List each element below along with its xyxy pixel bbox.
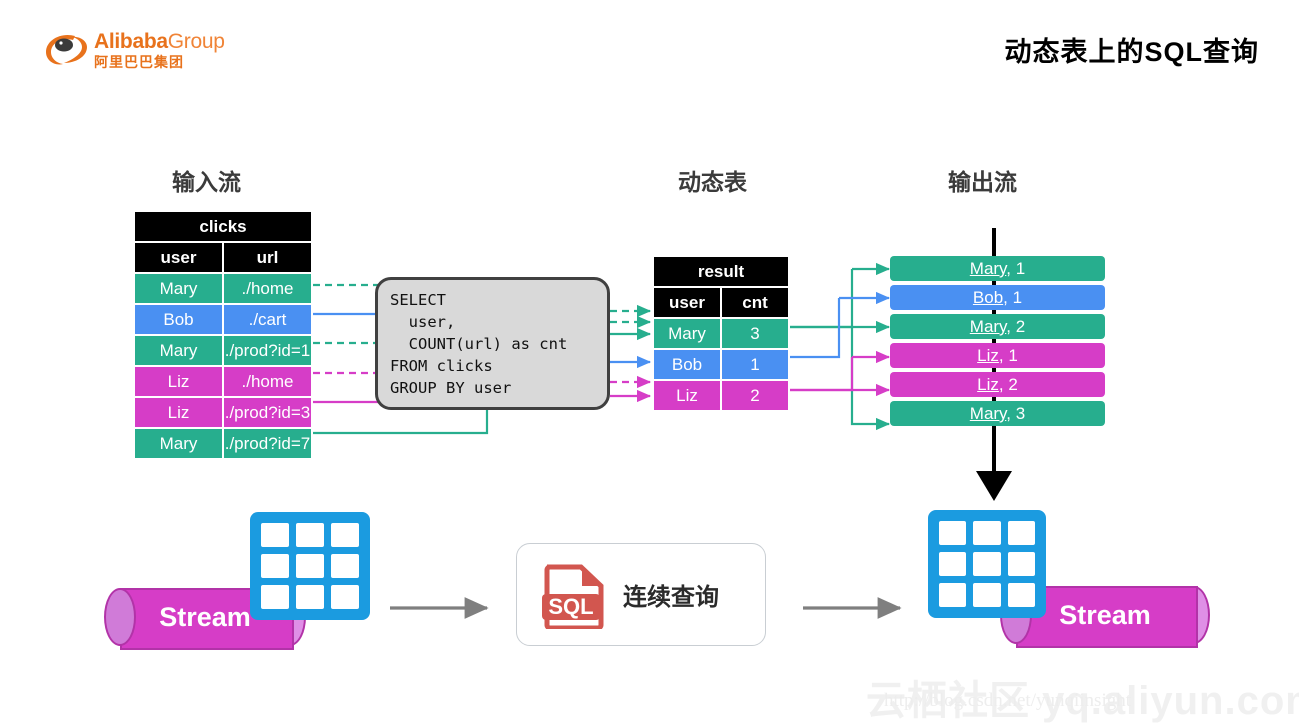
output-row-name: Mary bbox=[969, 317, 1007, 336]
clicks-cell-user: Mary bbox=[133, 334, 224, 367]
output-row: Bob, 1 bbox=[890, 285, 1105, 310]
output-stream-rows: Mary, 1 Bob, 1 Mary, 2 Liz, 1 Liz, 2 Mar… bbox=[890, 256, 1105, 430]
sql-file-icon: SQL bbox=[542, 564, 604, 629]
output-row-value: 1 bbox=[1008, 346, 1018, 365]
result-table-title: result bbox=[652, 255, 790, 288]
table-header-row: user url bbox=[133, 241, 313, 274]
clicks-cell-user: Bob bbox=[133, 303, 224, 336]
table-row: Liz 2 bbox=[652, 379, 790, 412]
output-row-value: 2 bbox=[1015, 317, 1026, 336]
clicks-cell-url: ./home bbox=[222, 272, 313, 305]
grid-cells bbox=[261, 523, 359, 609]
clicks-cell-url: ./prod?id=3 bbox=[222, 396, 313, 429]
output-row-sep: , bbox=[998, 346, 1009, 365]
result-cell-cnt: 3 bbox=[720, 317, 790, 350]
output-row-value: 1 bbox=[1015, 259, 1026, 278]
output-row-sep: , bbox=[1006, 317, 1016, 336]
sql-file-badge-text: SQL bbox=[548, 594, 593, 619]
output-row-value: 2 bbox=[1008, 375, 1018, 394]
output-row-name: Mary bbox=[969, 259, 1007, 278]
output-row-value: 1 bbox=[1012, 288, 1023, 307]
continuous-query-label: 连续查询 bbox=[623, 584, 719, 611]
clicks-cell-url: ./prod?id=7 bbox=[222, 427, 313, 460]
clicks-cell-user: Mary bbox=[133, 272, 224, 305]
output-row: Liz, 2 bbox=[890, 372, 1105, 397]
output-row: Mary, 2 bbox=[890, 314, 1105, 339]
slide-canvas: AlibabaGroup 阿里巴巴集团 动态表上的SQL查询 输入流 动态表 输… bbox=[0, 0, 1299, 724]
table-header-row: user cnt bbox=[652, 286, 790, 319]
result-cell-user: Mary bbox=[652, 317, 722, 350]
output-row: Mary, 3 bbox=[890, 401, 1105, 426]
table-row: Bob ./cart bbox=[133, 303, 313, 336]
result-column-user: user bbox=[652, 286, 722, 319]
output-row-sep: , bbox=[1006, 404, 1016, 423]
logo-text-en: AlibabaGroup bbox=[94, 30, 225, 53]
output-row-sep: , bbox=[998, 375, 1009, 394]
table-row: Mary 3 bbox=[652, 317, 790, 350]
output-row-name: Liz bbox=[977, 375, 999, 394]
alibaba-logo-icon bbox=[46, 34, 87, 65]
clicks-column-user: user bbox=[133, 241, 224, 274]
clicks-table: clicks user url Mary ./home Bob ./cart M… bbox=[133, 210, 313, 460]
clicks-cell-user: Liz bbox=[133, 396, 224, 429]
clicks-cell-url: ./prod?id=1 bbox=[222, 334, 313, 367]
grid-cells bbox=[939, 521, 1035, 607]
table-row: Liz ./prod?id=3 bbox=[133, 396, 313, 429]
table-grid-icon bbox=[250, 512, 370, 620]
clicks-cell-user: Liz bbox=[133, 365, 224, 398]
sql-query-box: SELECT user, COUNT(url) as cnt FROM clic… bbox=[375, 277, 610, 410]
result-table: result user cnt Mary 3 Bob 1 Liz 2 bbox=[652, 255, 790, 412]
result-cell-user: Liz bbox=[652, 379, 722, 412]
output-row: Liz, 1 bbox=[890, 343, 1105, 368]
clicks-cell-user: Mary bbox=[133, 427, 224, 460]
section-header-output-stream: 输出流 bbox=[948, 169, 1017, 195]
table-row: Mary ./prod?id=1 bbox=[133, 334, 313, 367]
output-row-name: Liz bbox=[977, 346, 999, 365]
table-row: Mary ./home bbox=[133, 272, 313, 305]
section-header-input-stream: 输入流 bbox=[172, 169, 241, 195]
clicks-cell-url: ./home bbox=[222, 365, 313, 398]
output-row: Mary, 1 bbox=[890, 256, 1105, 281]
logo-text-group: Group bbox=[167, 30, 225, 53]
table-row: Liz ./home bbox=[133, 365, 313, 398]
alibaba-logo: AlibabaGroup 阿里巴巴集团 bbox=[44, 28, 264, 72]
table-row: Mary ./prod?id=7 bbox=[133, 427, 313, 460]
table-title-row: clicks bbox=[133, 210, 313, 243]
clicks-cell-url: ./cart bbox=[222, 303, 313, 336]
section-header-dynamic-table: 动态表 bbox=[678, 169, 747, 195]
result-cell-cnt: 1 bbox=[720, 348, 790, 381]
result-column-cnt: cnt bbox=[720, 286, 790, 319]
watermark-url: http://blog.csdn.net/yunqiinsight bbox=[884, 690, 1131, 711]
result-cell-user: Bob bbox=[652, 348, 722, 381]
continuous-query-card[interactable]: SQL 连续查询 bbox=[516, 543, 766, 646]
clicks-table-title: clicks bbox=[133, 210, 313, 243]
output-row-sep: , bbox=[1003, 288, 1013, 307]
table-grid-icon bbox=[928, 510, 1046, 618]
output-row-value: 3 bbox=[1015, 404, 1026, 423]
output-row-name: Bob bbox=[972, 288, 1004, 307]
output-row-name: Mary bbox=[969, 404, 1007, 423]
table-row: Bob 1 bbox=[652, 348, 790, 381]
sql-query-text: SELECT user, COUNT(url) as cnt FROM clic… bbox=[390, 291, 568, 397]
output-row-sep: , bbox=[1006, 259, 1016, 278]
logo-text-cn: 阿里巴巴集团 bbox=[94, 54, 184, 70]
page-title: 动态表上的SQL查询 bbox=[1004, 37, 1259, 67]
result-cell-cnt: 2 bbox=[720, 379, 790, 412]
table-title-row: result bbox=[652, 255, 790, 288]
clicks-column-url: url bbox=[222, 241, 313, 274]
